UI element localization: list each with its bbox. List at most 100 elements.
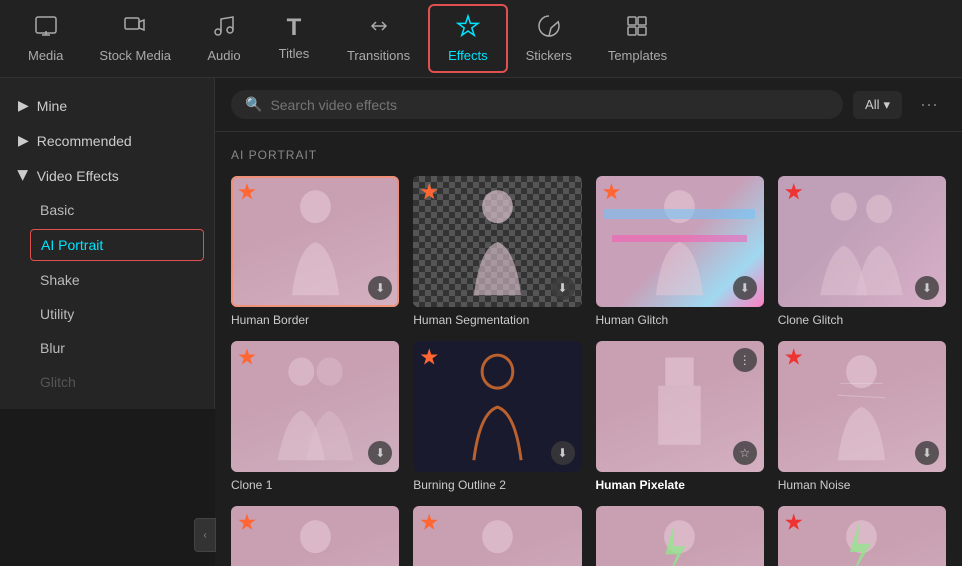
effect-card-burning-outline[interactable]: ⬇ Burning Outline 2 (413, 341, 581, 492)
sidebar-mine-label: Mine (37, 98, 67, 114)
effect-card-human-pixelate[interactable]: ⋮ ☆ Human Pixelate (596, 341, 764, 492)
effects-icon (456, 14, 480, 42)
effect-card-human-noise[interactable]: ⬇ Human Noise (778, 341, 946, 492)
search-icon: 🔍 (245, 96, 262, 113)
stock-media-icon (123, 14, 147, 42)
effect-name-human-noise: Human Noise (778, 478, 946, 492)
sidebar-recommended-label: Recommended (37, 133, 132, 149)
effect-name-human-border: Human Border (231, 313, 399, 327)
effect-thumb-human-segmentation: ⬇ (413, 176, 581, 307)
more-options-button[interactable]: ··· (912, 90, 946, 119)
collapse-icon: ‹ (203, 530, 206, 541)
effects-grid: ⬇ Human Border ⬇ Human Segmentation (231, 176, 946, 566)
download-btn-human-glitch[interactable]: ⬇ (733, 276, 757, 300)
effect-thumb-human-glitch: ⬇ (596, 176, 764, 307)
effect-card-clone-1[interactable]: ⬇ Clone 1 (231, 341, 399, 492)
effect-thumb-burning-outline: ⬇ (413, 341, 581, 472)
effect-name-burning-outline: Burning Outline 2 (413, 478, 581, 492)
sidebar-child-utility[interactable]: Utility (0, 297, 214, 331)
dots-btn-pixelate[interactable]: ⋮ (733, 348, 757, 372)
sidebar-wrap: ▶ Mine ▶ Recommended ▶ Video Effects Bas… (0, 78, 215, 566)
stickers-icon (537, 14, 561, 42)
sidebar-collapse-button[interactable]: ‹ (194, 518, 216, 552)
filter-chevron-icon: ▾ (883, 97, 890, 113)
nav-label-stickers: Stickers (526, 48, 572, 63)
sidebar: ▶ Mine ▶ Recommended ▶ Video Effects Bas… (0, 78, 215, 409)
nav-label-effects: Effects (448, 48, 488, 63)
download-btn-burning[interactable]: ⬇ (551, 441, 575, 465)
nav-item-effects[interactable]: Effects (428, 4, 508, 73)
sidebar-item-mine[interactable]: ▶ Mine (0, 88, 214, 123)
nav-label-media: Media (28, 48, 63, 63)
sidebar-child-glitch: Glitch (0, 365, 214, 399)
effect-card-lightning-flash-2[interactable]: ⬇ Lightning Flash 2 (778, 506, 946, 566)
effect-thumb-neon-ring-2: ⬇ (413, 506, 581, 566)
effect-name-human-pixelate: Human Pixelate (596, 478, 764, 492)
titles-icon: T (287, 16, 302, 40)
nav-label-templates: Templates (608, 48, 667, 63)
nav-label-transitions: Transitions (347, 48, 410, 63)
sidebar-child-ai-portrait[interactable]: AI Portrait (30, 229, 204, 261)
sidebar-blur-label: Blur (40, 340, 65, 356)
sidebar-child-shake[interactable]: Shake (0, 263, 214, 297)
effect-card-neon-ring-2[interactable]: ⬇ Neon Ring 2 (413, 506, 581, 566)
effect-card-human-glitch[interactable]: ⬇ Human Glitch (596, 176, 764, 327)
section-label: AI PORTRAIT (231, 148, 946, 162)
effect-name-human-segmentation: Human Segmentation (413, 313, 581, 327)
sidebar-child-blur[interactable]: Blur (0, 331, 214, 365)
transitions-icon (367, 14, 391, 42)
top-nav: Media Stock Media Audio T Titles (0, 0, 962, 78)
effect-thumb-lightning-flash-1: ⬇ (596, 506, 764, 566)
nav-label-titles: Titles (279, 46, 310, 61)
main-layout: ▶ Mine ▶ Recommended ▶ Video Effects Bas… (0, 78, 962, 566)
download-btn-human-seg[interactable]: ⬇ (551, 276, 575, 300)
effect-thumb-human-pixelate: ⋮ ☆ (596, 341, 764, 472)
search-input[interactable] (270, 97, 829, 113)
nav-item-templates[interactable]: Templates (590, 6, 685, 71)
effects-area: AI PORTRAIT ⬇ Human Border (215, 132, 962, 566)
sidebar-basic-label: Basic (40, 202, 74, 218)
effect-card-clone-glitch[interactable]: ⬇ Clone Glitch (778, 176, 946, 327)
effect-card-lightning-flash-1[interactable]: ⬇ Lightning Flash 1 (596, 506, 764, 566)
sidebar-glitch-label: Glitch (40, 374, 76, 390)
audio-icon (212, 14, 236, 42)
effect-thumb-human-noise: ⬇ (778, 341, 946, 472)
mine-arrow-icon: ▶ (18, 97, 29, 114)
effect-name-clone-1: Clone 1 (231, 478, 399, 492)
media-icon (34, 14, 58, 42)
sidebar-child-basic[interactable]: Basic (0, 193, 214, 227)
sidebar-item-recommended[interactable]: ▶ Recommended (0, 123, 214, 158)
effect-name-clone-glitch: Clone Glitch (778, 313, 946, 327)
sidebar-utility-label: Utility (40, 306, 74, 322)
video-effects-arrow-icon: ▶ (15, 170, 32, 181)
effect-card-neon-flow-4[interactable]: ⬇ Neon Flow 4 (231, 506, 399, 566)
sidebar-ai-portrait-label: AI Portrait (41, 237, 103, 253)
recommended-arrow-icon: ▶ (18, 132, 29, 149)
effect-thumb-neon-flow-4: ⬇ (231, 506, 399, 566)
effect-thumb-human-border: ⬇ (231, 176, 399, 307)
content-area: 🔍 All ▾ ··· AI PORTRAIT (215, 78, 962, 566)
more-icon: ··· (920, 94, 938, 114)
nav-label-audio: Audio (207, 48, 240, 63)
nav-item-stickers[interactable]: Stickers (508, 6, 590, 71)
sidebar-video-effects-label: Video Effects (37, 168, 119, 184)
nav-item-transitions[interactable]: Transitions (329, 6, 428, 71)
templates-icon (625, 14, 649, 42)
effect-thumb-lightning-flash-2: ⬇ (778, 506, 946, 566)
effect-thumb-clone-glitch: ⬇ (778, 176, 946, 307)
nav-item-titles[interactable]: T Titles (259, 8, 329, 69)
nav-item-media[interactable]: Media (10, 6, 81, 71)
filter-dropdown-button[interactable]: All ▾ (853, 91, 902, 119)
sidebar-shake-label: Shake (40, 272, 80, 288)
effect-thumb-clone-1: ⬇ (231, 341, 399, 472)
filter-label: All (865, 97, 879, 112)
search-bar: 🔍 All ▾ ··· (215, 78, 962, 132)
nav-item-audio[interactable]: Audio (189, 6, 259, 71)
effect-name-human-glitch: Human Glitch (596, 313, 764, 327)
sidebar-item-video-effects[interactable]: ▶ Video Effects (0, 158, 214, 193)
effect-card-human-segmentation[interactable]: ⬇ Human Segmentation (413, 176, 581, 327)
effect-card-human-border[interactable]: ⬇ Human Border (231, 176, 399, 327)
search-input-wrap: 🔍 (231, 90, 843, 119)
nav-item-stock-media[interactable]: Stock Media (81, 6, 189, 71)
nav-label-stock-media: Stock Media (99, 48, 171, 63)
